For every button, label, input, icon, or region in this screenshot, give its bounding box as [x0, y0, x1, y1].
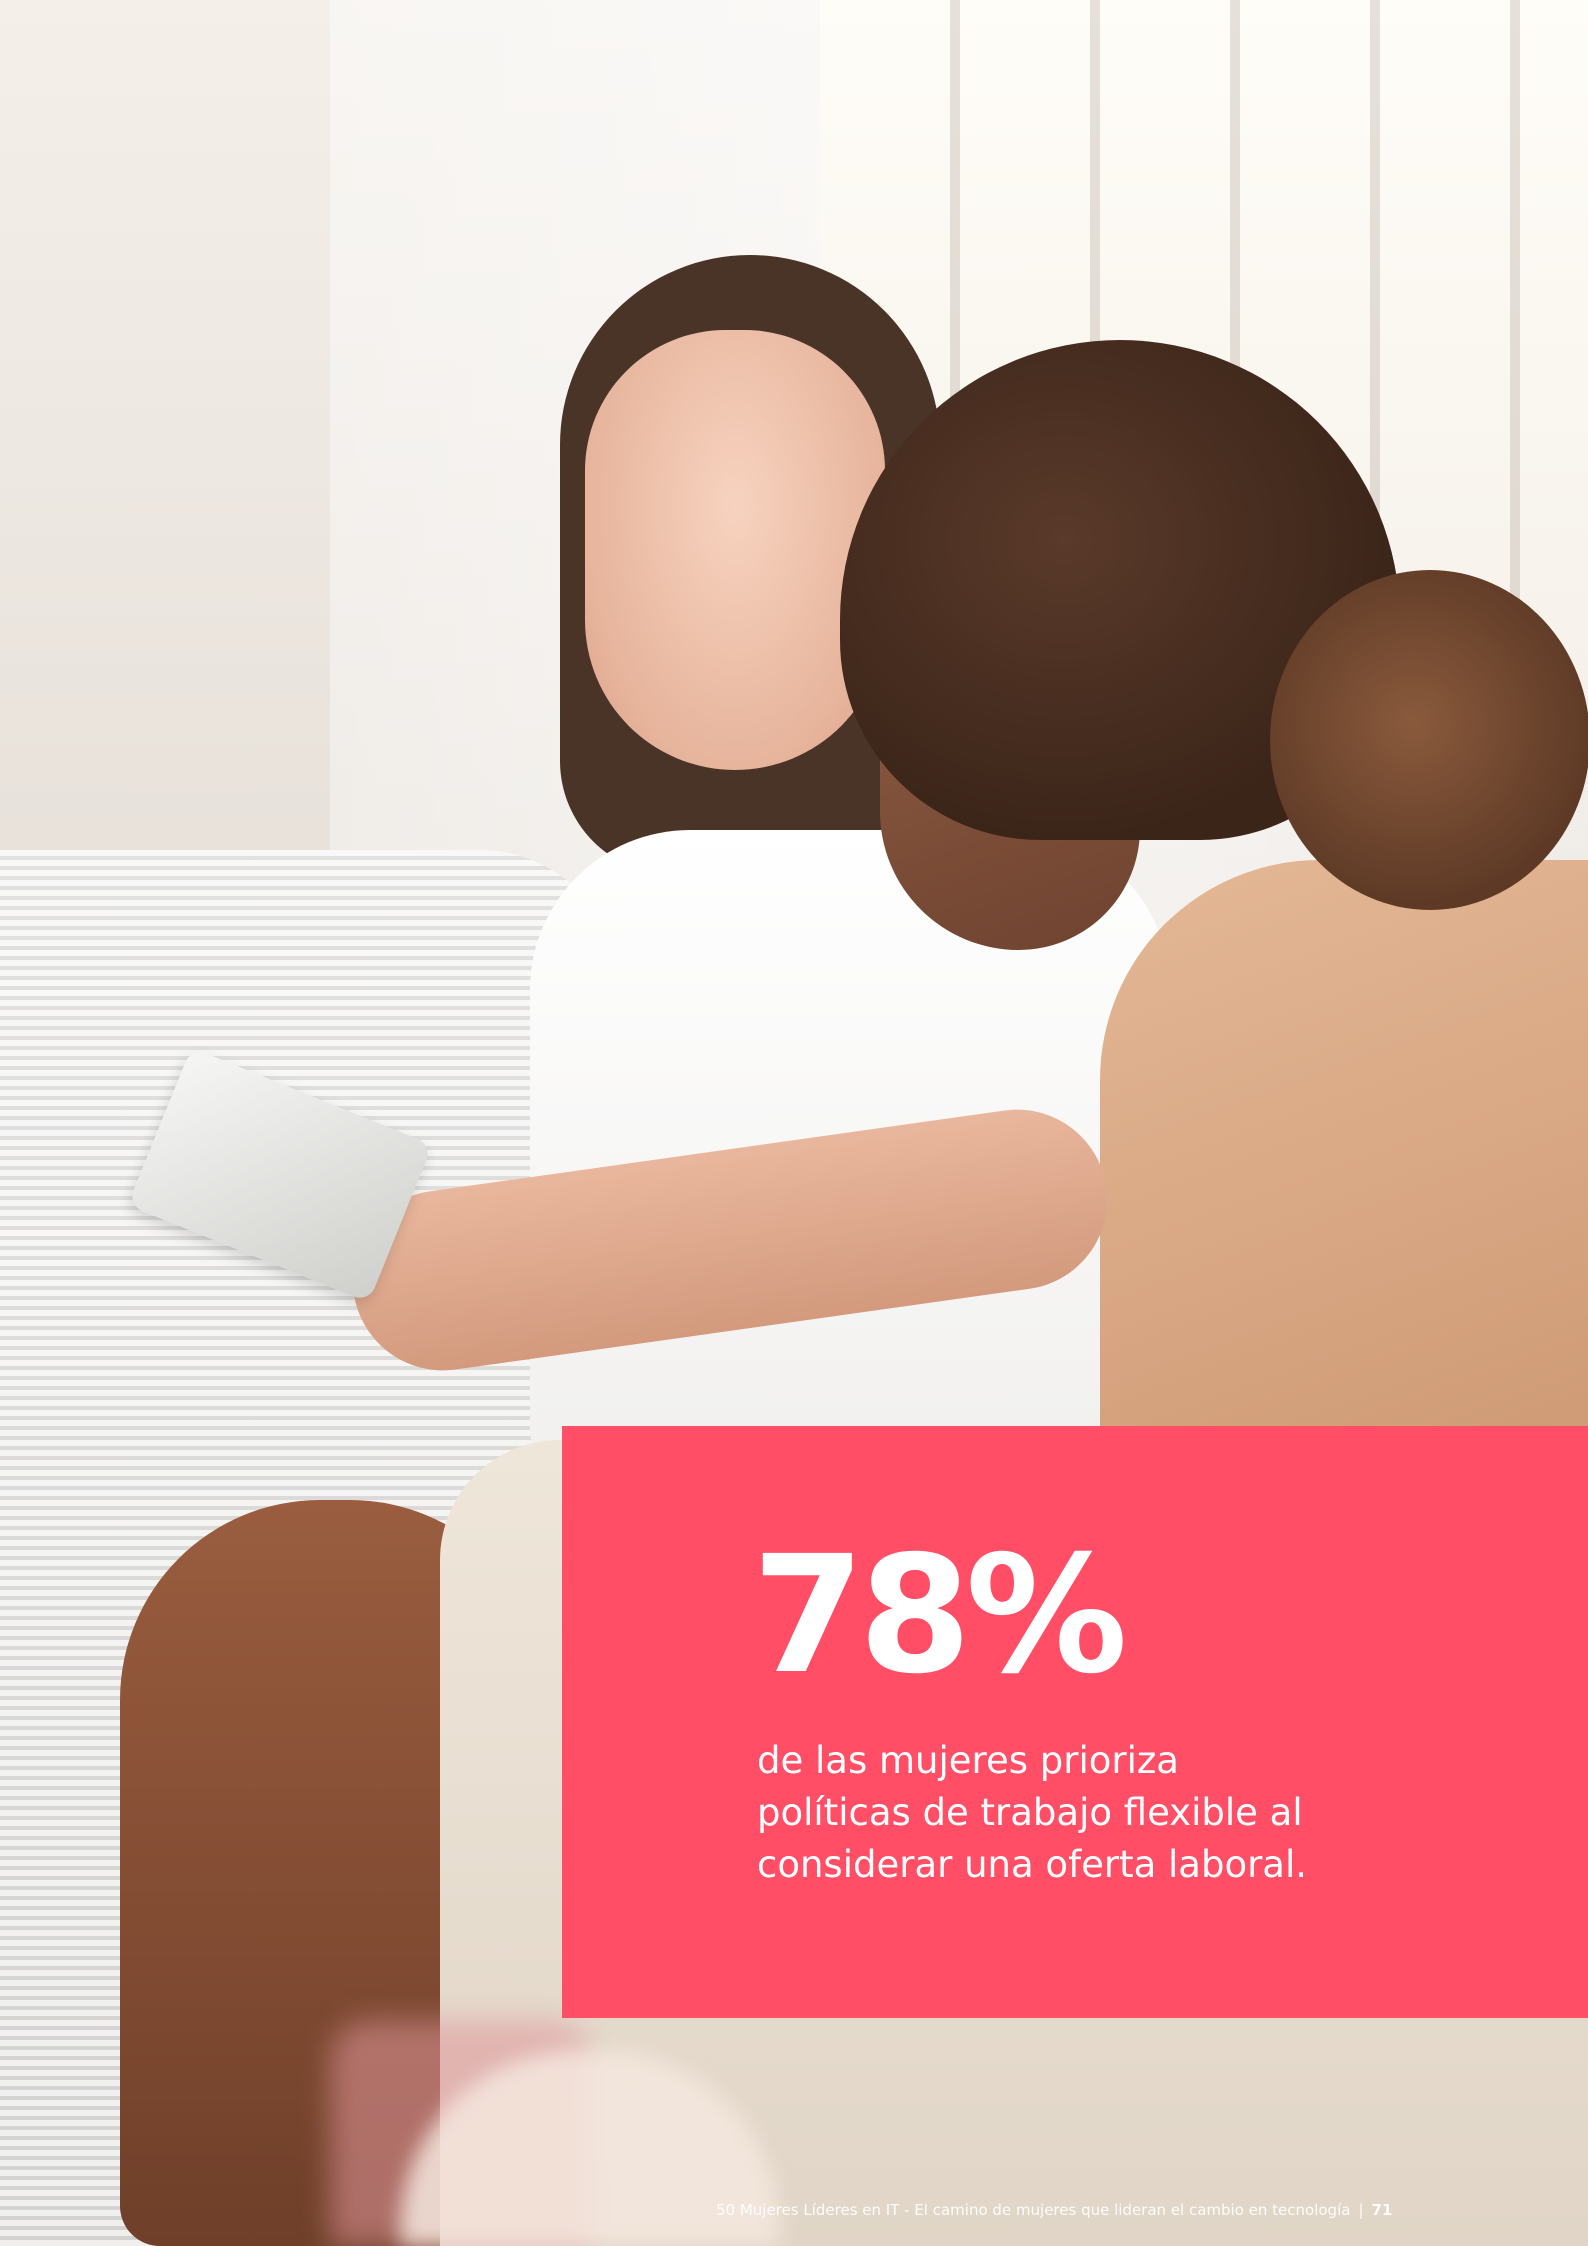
footer-separator: |	[1358, 2201, 1364, 2219]
page-footer: 50 Mujeres Líderes en IT - El camino de …	[716, 2201, 1392, 2219]
photo-woman-left-face	[585, 330, 885, 770]
stat-description-line: considerar una oferta laboral.	[757, 1843, 1308, 1886]
photo-wall	[0, 0, 330, 900]
footer-title: 50 Mujeres Líderes en IT - El camino de …	[716, 2201, 1351, 2219]
page-number: 71	[1371, 2201, 1393, 2219]
photo-woman-right-bun	[1270, 570, 1588, 910]
stat-description-line: de las mujeres prioriza	[757, 1739, 1179, 1782]
stat-callout-box	[562, 1426, 1588, 2018]
stat-description: de las mujeres prioriza políticas de tra…	[757, 1735, 1397, 1891]
stat-value: 78%	[752, 1522, 1128, 1710]
stat-description-line: políticas de trabajo flexible al	[757, 1791, 1303, 1834]
